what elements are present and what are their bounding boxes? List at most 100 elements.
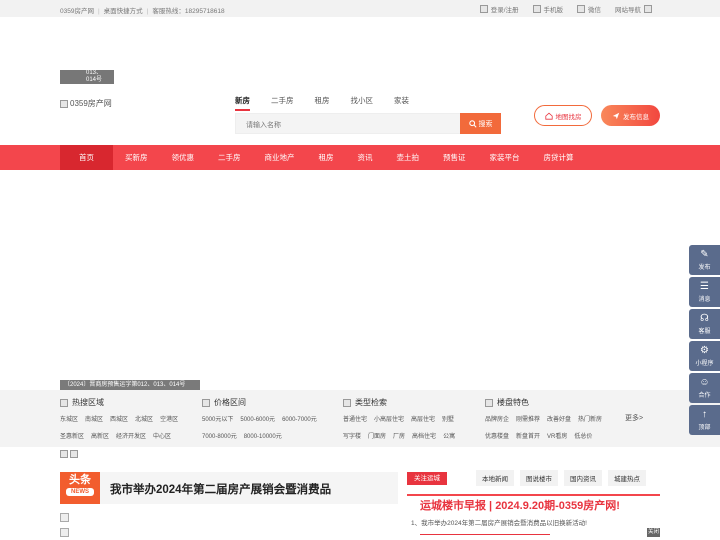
filter-link[interactable]: 低总价 [574,431,592,440]
search-icon [468,119,477,128]
tab-local-news[interactable]: 本地新闻 [476,470,514,486]
sidebar-label: 合作 [698,393,711,399]
floating-sidebar: ✎ 发布 ☰ 消息 ☊ 客服 ⚙ 小程序 ☺ 合作 ↑ 顶部 [689,245,720,437]
search-tab-decoration[interactable]: 家装 [394,95,409,106]
tab-construction[interactable]: 城建热点 [608,470,646,486]
map-search-button[interactable]: 地图找房 [534,105,592,126]
nav-item-discount[interactable]: 领优惠 [160,145,207,170]
sidebar-cooperate-button[interactable]: ☺ 合作 [689,373,720,403]
close-button[interactable]: 关闭 [647,528,660,537]
sidebar-publish-button[interactable]: ✎ 发布 [689,245,720,275]
filter-link[interactable]: 优惠楼盘 [485,431,509,440]
filter-link[interactable]: VR看房 [547,431,567,440]
search-input[interactable]: 请输入名称 搜索 [235,113,501,134]
main-nav: 首页 买新房 领优惠 二手房 商业地产 租房 资讯 壶土拍 预售证 家装平台 房… [0,145,720,170]
sidebar-miniprogram-button[interactable]: ⚙ 小程序 [689,341,720,371]
nav-item-presale[interactable]: 预售证 [431,145,478,170]
filter-link[interactable]: 别墅 [442,414,454,423]
filter-link[interactable]: 高层住宅 [411,414,435,423]
tab-domestic-news[interactable]: 国内资讯 [564,470,602,486]
filter-area-row2: 圣惠新区 高新区 经济开发区 中心区 [60,431,178,440]
headline-banner[interactable]: 头条 NEWS 我市举办2024年第二届房产展销会暨消费品 [60,472,398,504]
login-link[interactable]: 登录/注册 [479,4,519,14]
filter-link[interactable]: 5000元以下 [202,414,233,423]
filter-link[interactable]: 热门新房 [578,414,602,423]
filter-link[interactable]: 南城区 [85,414,103,423]
site-name-link[interactable]: 0359房产网 [60,8,94,15]
filter-link[interactable]: 东城区 [60,414,78,423]
filter-link[interactable]: 7000-8000元 [202,431,237,440]
filter-link[interactable]: 经济开发区 [116,431,146,440]
filter-link[interactable]: 空港区 [160,414,178,423]
sidebar-label: 客服 [698,329,711,335]
sidebar-message-button[interactable]: ☰ 消息 [689,277,720,307]
topbar-left: 0359房产网 | 桌面快捷方式 | 客服热线：18295718618 [60,8,225,15]
filter-type-header: 类型检索 [343,397,455,408]
nav-item-secondhand[interactable]: 二手房 [206,145,253,170]
filter-link[interactable]: 圣惠新区 [60,431,84,440]
nav-item-news[interactable]: 资讯 [346,145,385,170]
filter-link[interactable]: 6000-7000元 [282,414,317,423]
nav-item-land[interactable]: 壶土拍 [385,145,432,170]
headset-icon: ☊ [700,313,709,324]
sidebar-service-button[interactable]: ☊ 客服 [689,309,720,339]
search-tab-secondhand[interactable]: 二手房 [271,95,294,106]
wechat-link[interactable]: 微信 [577,4,601,14]
filter-price-header: 价格区间 [202,397,317,408]
filter-link[interactable]: 高档住宅 [412,431,436,440]
filter-link[interactable]: 普通住宅 [343,414,367,423]
filter-link[interactable]: 改善好盘 [547,414,571,423]
sidebar-label: 小程序 [695,361,714,367]
filter-link[interactable]: 门面房 [368,431,386,440]
nav-item-commercial[interactable]: 商业地产 [253,145,307,170]
top-bar: 0359房产网 | 桌面快捷方式 | 客服热线：18295718618 登录/注册 手机… [0,0,720,17]
nav-item-home[interactable]: 首页 [60,145,113,170]
news-main-title[interactable]: 运城楼市早报 | 2024.9.20期-0359房产网! [420,497,620,513]
filter-link[interactable]: 8000-10000元 [244,431,282,440]
filter-price: 价格区间 5000元以下 5000-6000元 6000-7000元 7000-… [202,397,317,448]
filter-link[interactable]: 西城区 [110,414,128,423]
filter-link[interactable]: 北城区 [135,414,153,423]
sitemap-link[interactable]: 网站导航 [615,4,652,14]
send-icon [612,112,620,119]
nav-item-decoration[interactable]: 家装平台 [478,145,532,170]
image-icon [60,528,69,537]
filter-link[interactable]: 写字楼 [343,431,361,440]
filter-price-title: 价格区间 [214,398,246,407]
filter-more-link[interactable]: 更多> [625,413,643,423]
search-button[interactable]: 搜索 [460,113,501,134]
filter-type-row1: 普通住宅 小高层住宅 高层住宅 别墅 [343,414,455,423]
image-icon [60,513,69,522]
filter-link[interactable]: 高新区 [91,431,109,440]
sidebar-label: 发布 [698,265,711,271]
nav-item-newhouse[interactable]: 买新房 [113,145,160,170]
sitemap-label: 网站导航 [615,7,641,14]
mobile-link[interactable]: 手机版 [532,4,563,14]
filter-link[interactable]: 厂房 [393,431,405,440]
headline-title[interactable]: 我市举办2024年第二届房产展销会暨消费品 [110,481,331,497]
filter-type-row2: 写字楼 门面房 厂房 高档住宅 公寓 [343,431,455,440]
login-label: 登录/注册 [490,7,519,14]
nav-item-rent[interactable]: 租房 [307,145,346,170]
post-info-button[interactable]: 发布信息 [601,105,660,126]
filter-link[interactable]: 5000-6000元 [240,414,275,423]
filter-link[interactable]: 公寓 [443,431,455,440]
map-house-icon [544,112,553,120]
tab-picture-market[interactable]: 图说楼市 [520,470,558,486]
filter-link[interactable]: 小高层住宅 [374,414,404,423]
sidebar-label: 顶部 [698,425,711,431]
search-tab-community[interactable]: 找小区 [351,95,374,106]
nav-item-loan[interactable]: 房贷计算 [532,145,586,170]
filter-link[interactable]: 刚需推荐 [516,414,540,423]
filter-link[interactable]: 中心区 [153,431,171,440]
filter-link[interactable]: 新盘首开 [516,431,540,440]
search-tab-rent[interactable]: 租房 [315,95,330,106]
search-tab-newhouse[interactable]: 新房 [235,95,250,111]
follow-yuncheng-tag: 关注运城 [407,472,447,485]
site-logo[interactable]: 0359房产网 [60,98,112,109]
filter-link[interactable]: 品牌房企 [485,414,509,423]
news-list-item[interactable]: 1、我市举办2024年第二届房产展销会暨消费品以旧换新活动! [411,517,587,527]
filter-area-title: 热搜区域 [72,398,104,407]
sidebar-top-button[interactable]: ↑ 顶部 [689,405,720,435]
desktop-shortcut-link[interactable]: 桌面快捷方式 [104,8,143,15]
